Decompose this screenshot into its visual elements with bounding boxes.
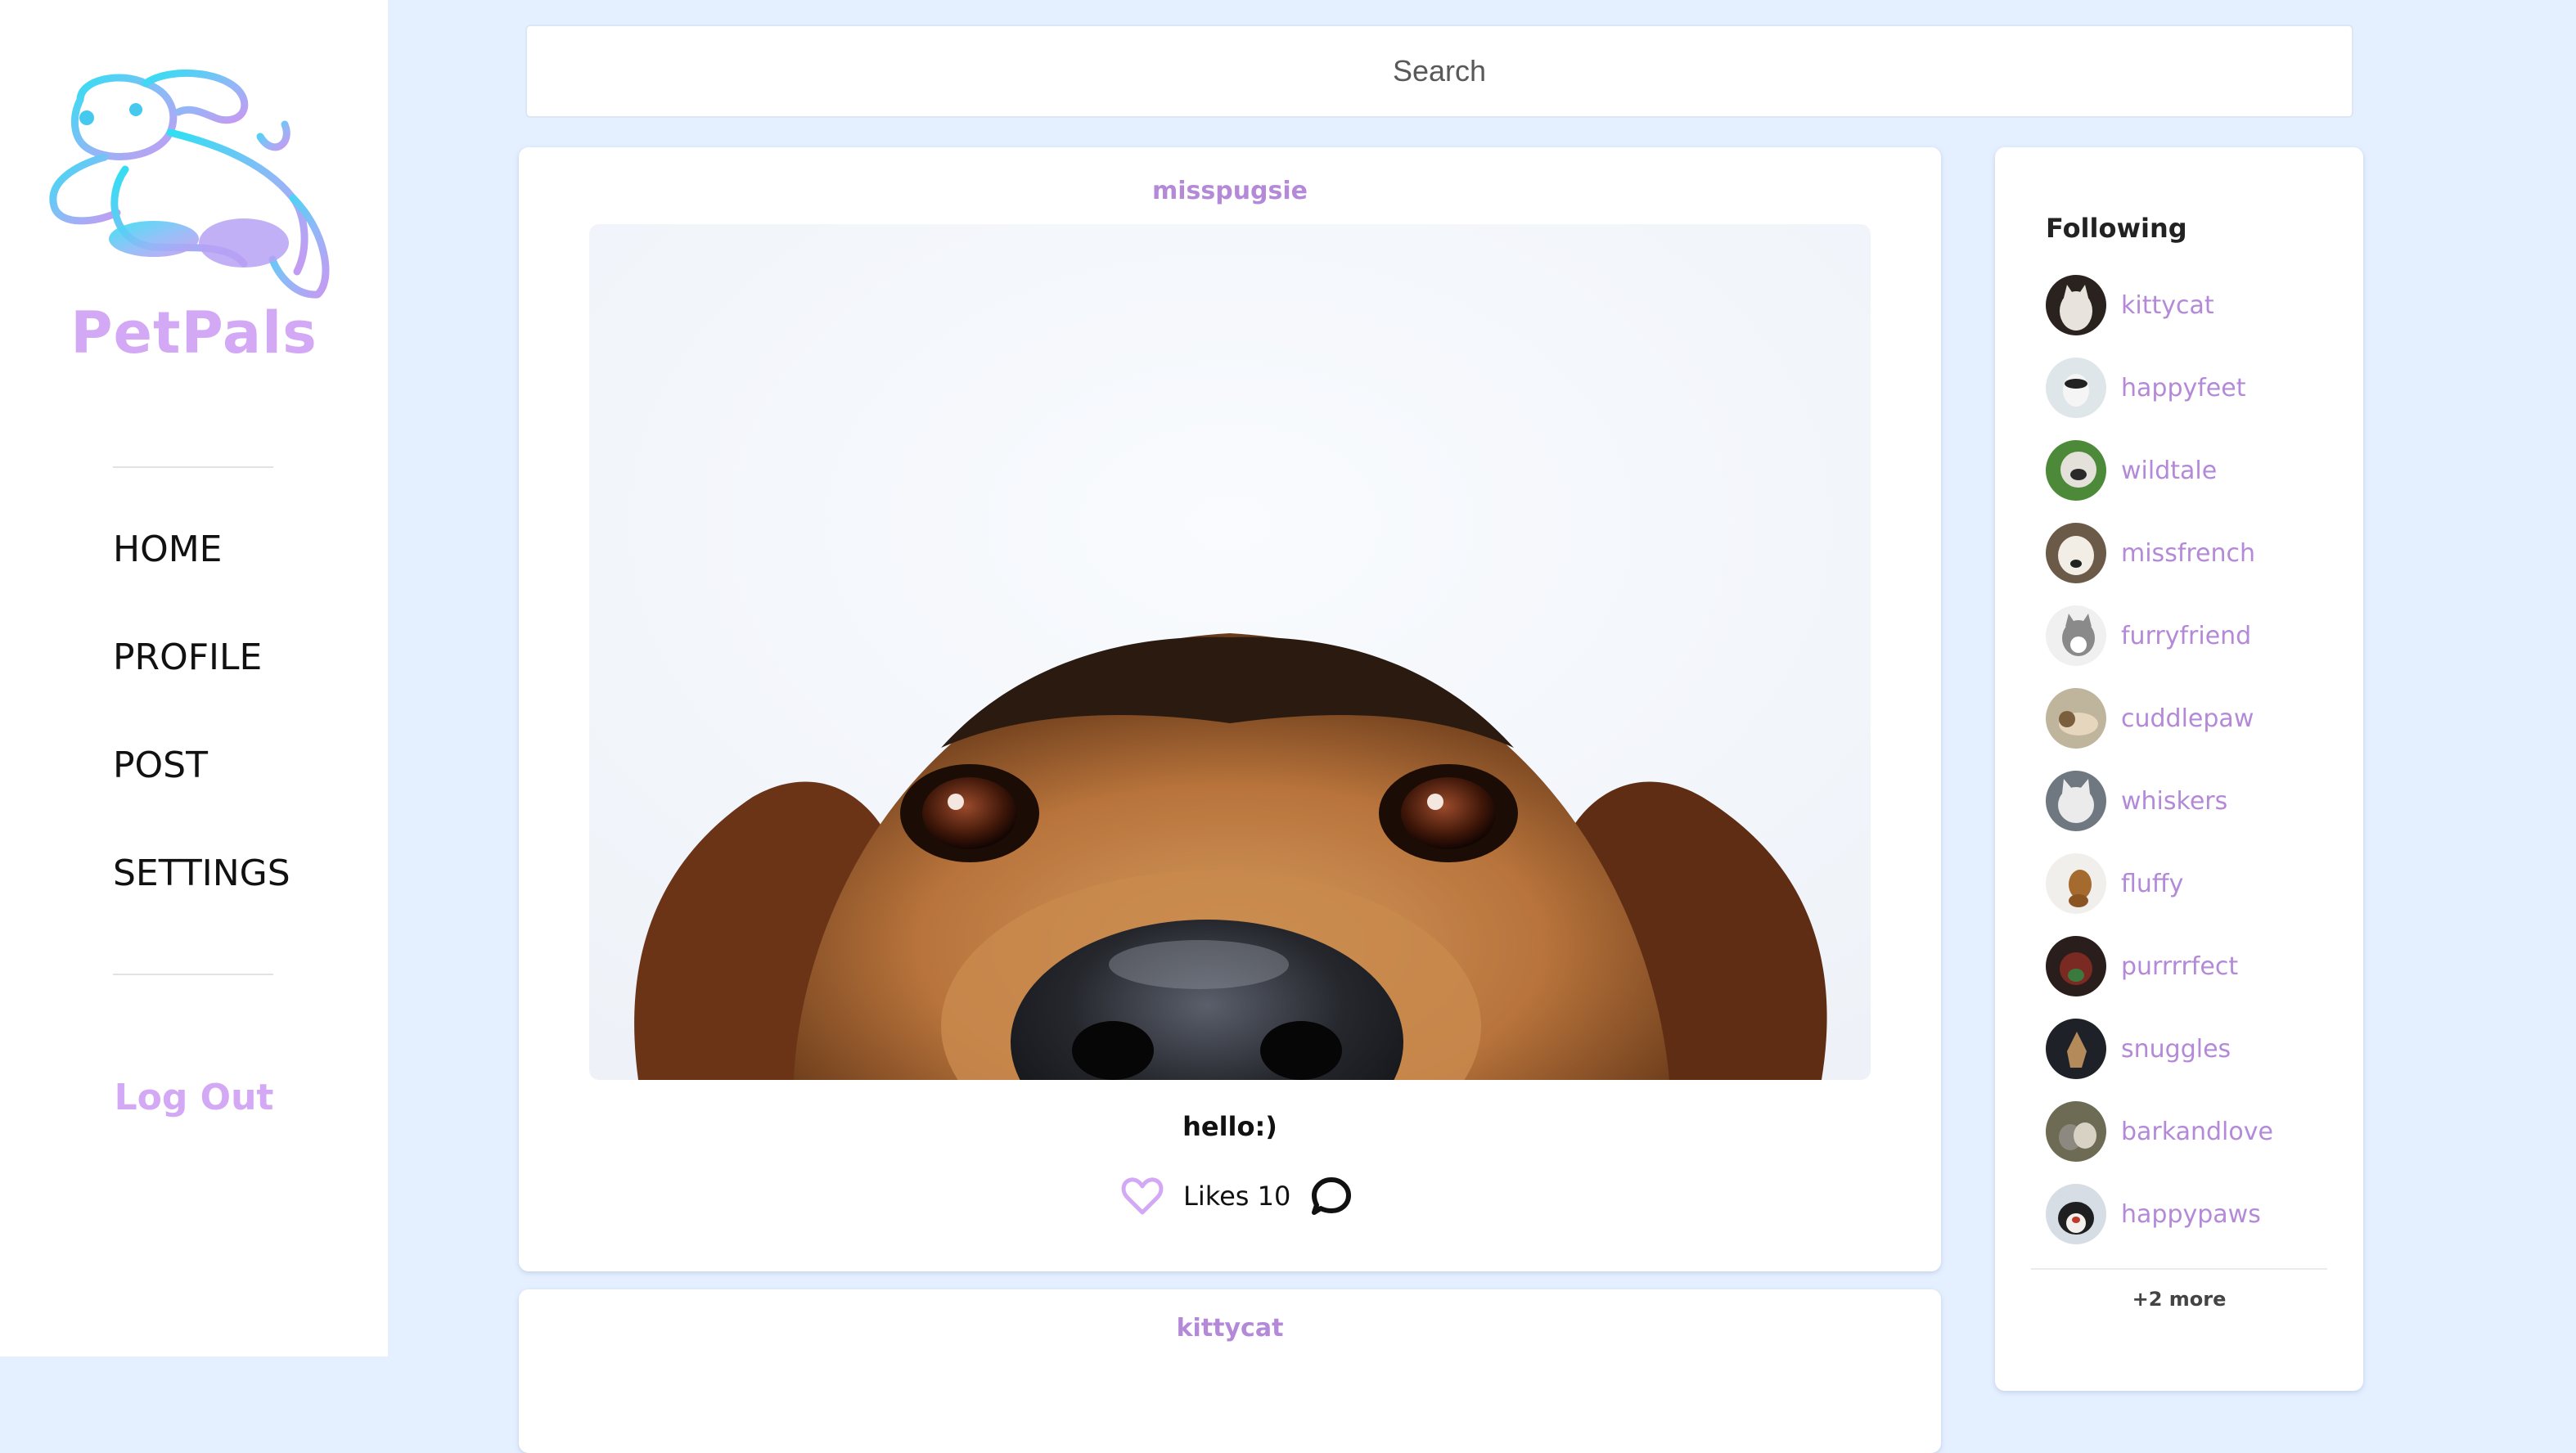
- avatar: [2046, 440, 2106, 501]
- nav-item-profile[interactable]: PROFILE: [113, 637, 262, 678]
- avatar: [2046, 1019, 2106, 1079]
- following-username: barkandlove: [2121, 1117, 2273, 1146]
- following-panel: Following kittycat happyfeet wildtale mi…: [1995, 147, 2363, 1391]
- nav-divider-bottom: [113, 974, 273, 975]
- sidebar: PetPals HOME PROFILE POST SETTINGS Log O…: [0, 0, 388, 1356]
- brand-name: PetPals: [70, 299, 317, 367]
- post-caption: hello:): [1182, 1111, 1277, 1142]
- following-user[interactable]: cuddlepaw: [2046, 688, 2254, 749]
- following-user[interactable]: kittycat: [2046, 275, 2214, 335]
- flying-dog-logo-icon[interactable]: [47, 67, 334, 304]
- following-user[interactable]: whiskers: [2046, 771, 2227, 831]
- following-user[interactable]: missfrench: [2046, 523, 2255, 583]
- following-divider: [2031, 1268, 2327, 1270]
- following-username: snuggles: [2121, 1034, 2231, 1064]
- following-username: purrrrfect: [2121, 951, 2239, 981]
- following-username: missfrench: [2121, 538, 2256, 568]
- following-user[interactable]: fluffy: [2046, 853, 2183, 914]
- following-user[interactable]: barkandlove: [2046, 1101, 2273, 1162]
- post-username[interactable]: misspugsie: [519, 177, 1941, 205]
- nav-divider-top: [113, 466, 273, 468]
- avatar: [2046, 936, 2106, 996]
- comment-icon[interactable]: [1310, 1175, 1353, 1217]
- post-username[interactable]: kittycat: [519, 1314, 1941, 1343]
- avatar: [2046, 771, 2106, 831]
- following-user[interactable]: wildtale: [2046, 440, 2217, 501]
- following-username: fluffy: [2121, 869, 2184, 898]
- nav-item-settings[interactable]: SETTINGS: [113, 852, 290, 894]
- following-username: kittycat: [2121, 290, 2214, 320]
- heart-icon[interactable]: [1121, 1175, 1164, 1217]
- avatar: [2046, 1101, 2106, 1162]
- following-user[interactable]: snuggles: [2046, 1019, 2231, 1079]
- following-username: happypaws: [2121, 1199, 2261, 1229]
- avatar: [2046, 275, 2106, 335]
- following-username: happyfeet: [2121, 373, 2246, 403]
- search-input[interactable]: [525, 25, 2353, 118]
- avatar: [2046, 605, 2106, 666]
- following-user[interactable]: happyfeet: [2046, 358, 2245, 418]
- post-actions: Likes 10: [1121, 1173, 1353, 1219]
- following-user[interactable]: purrrrfect: [2046, 936, 2238, 996]
- logout-button[interactable]: Log Out: [0, 1077, 388, 1118]
- show-more-following-link[interactable]: +2 more: [1995, 1288, 2363, 1311]
- avatar: [2046, 1184, 2106, 1244]
- following-username: cuddlepaw: [2121, 704, 2254, 733]
- avatar: [2046, 358, 2106, 418]
- following-username: whiskers: [2121, 786, 2228, 816]
- post-card: kittycat: [519, 1289, 1941, 1453]
- avatar: [2046, 688, 2106, 749]
- following-title: Following: [2046, 213, 2187, 244]
- following-username: wildtale: [2121, 456, 2218, 485]
- likes-count: Likes 10: [1183, 1181, 1291, 1212]
- post-card: misspugsie hello:) Likes 10: [519, 147, 1941, 1271]
- post-image[interactable]: [589, 224, 1871, 1080]
- avatar: [2046, 853, 2106, 914]
- avatar: [2046, 523, 2106, 583]
- following-username: furryfriend: [2121, 621, 2252, 650]
- nav-item-home[interactable]: HOME: [113, 529, 222, 570]
- nav-item-post[interactable]: POST: [113, 744, 208, 786]
- following-user[interactable]: furryfriend: [2046, 605, 2251, 666]
- dog-peeking-photo-icon: [589, 224, 1871, 1080]
- following-user[interactable]: happypaws: [2046, 1184, 2261, 1244]
